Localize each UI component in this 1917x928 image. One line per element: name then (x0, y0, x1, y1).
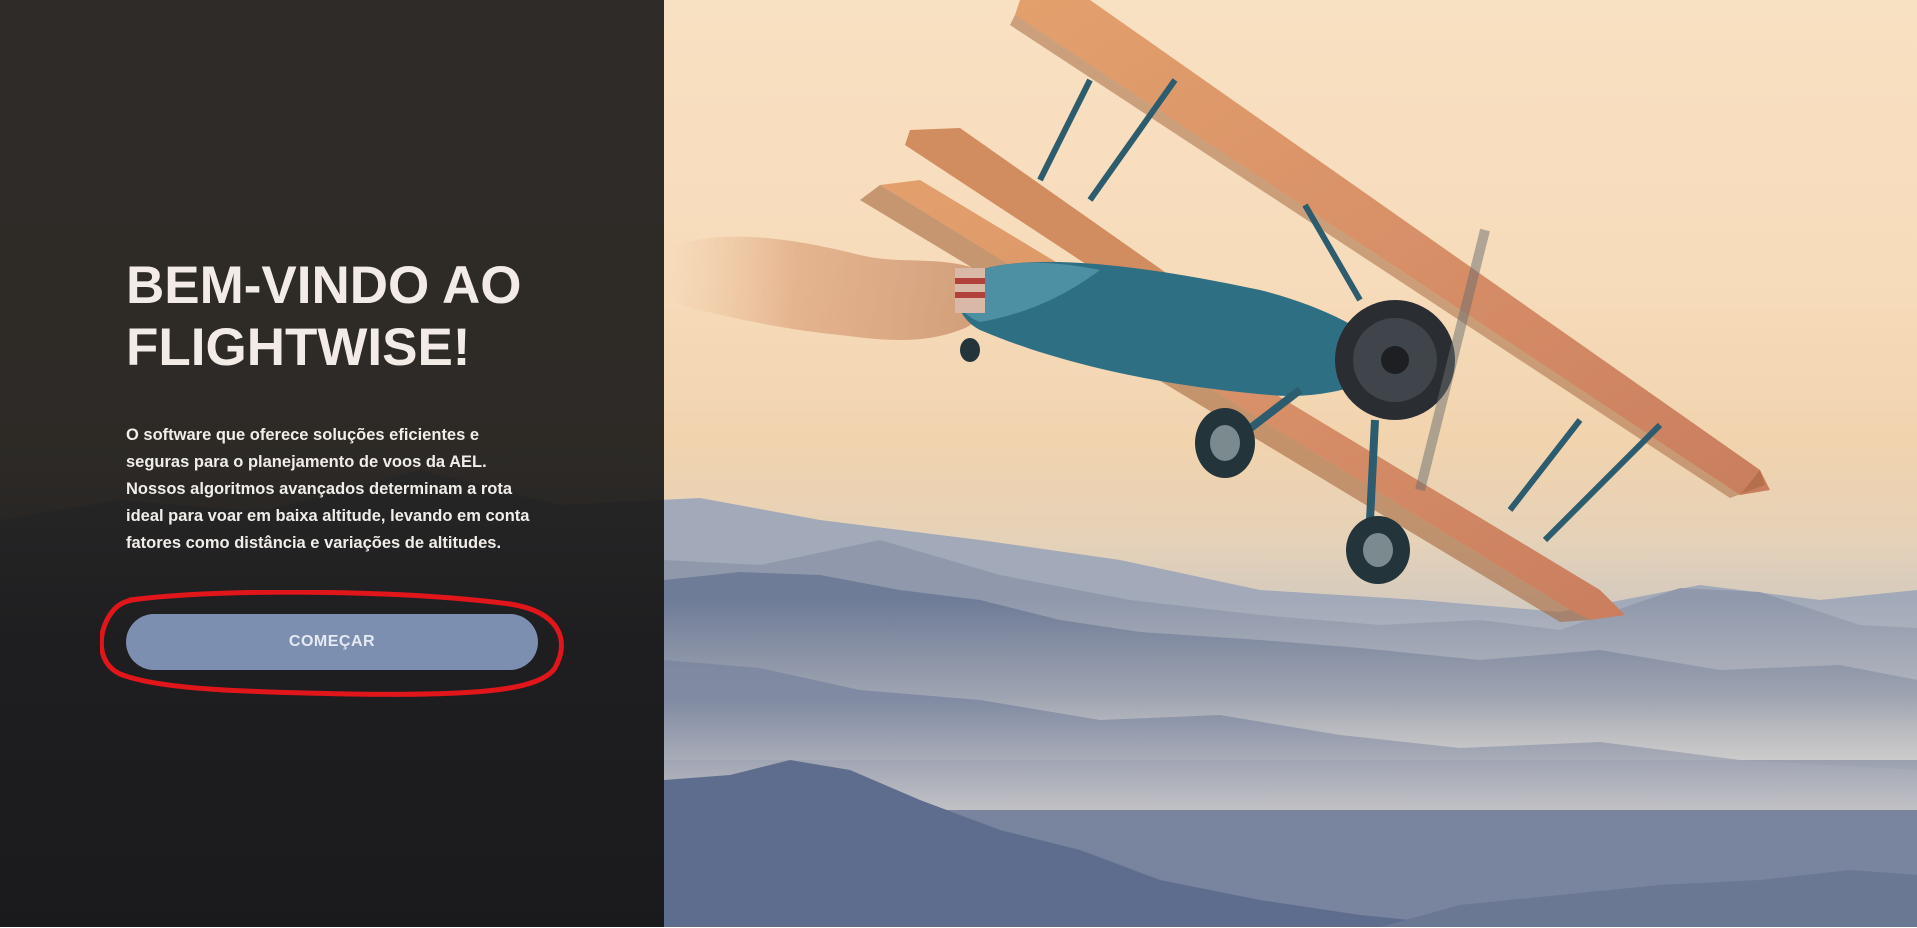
page-title-line-1: BEM-VINDO AO (126, 256, 522, 315)
page-title: BEM-VINDO AO FLIGHTWISE! (126, 255, 546, 379)
page-title-line-2: FLIGHTWISE! (126, 318, 471, 377)
landing-page: BEM-VINDO AO FLIGHTWISE! O software que … (0, 0, 1917, 928)
welcome-content: BEM-VINDO AO FLIGHTWISE! O software que … (126, 255, 546, 557)
hero-description: O software que oferece soluções eficient… (126, 426, 530, 552)
start-button[interactable]: COMEÇAR (126, 614, 538, 670)
